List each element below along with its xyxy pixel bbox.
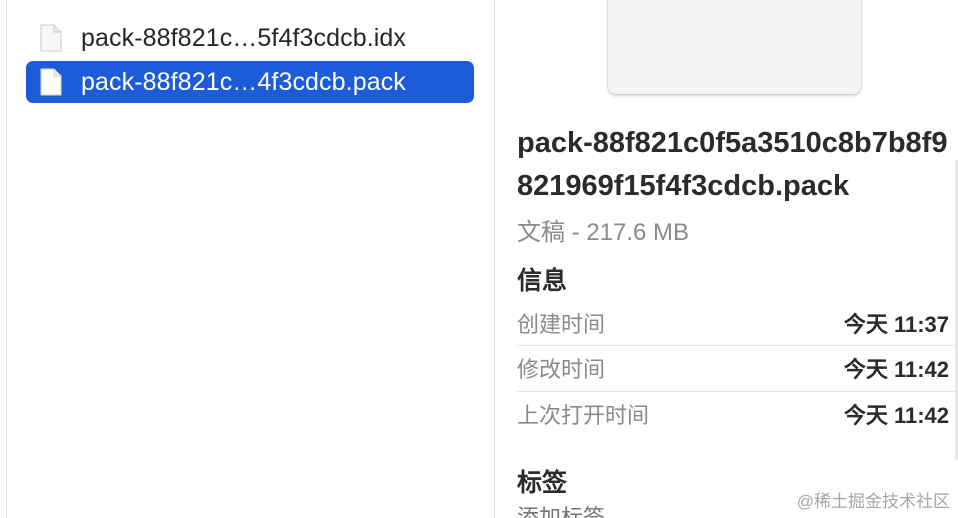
- info-label: 修改时间: [517, 356, 606, 382]
- info-value: 今天 11:42: [843, 356, 949, 382]
- tags-input[interactable]: [517, 505, 817, 518]
- document-icon: [40, 68, 62, 96]
- tags-heading: 标签: [517, 469, 568, 497]
- info-value: 今天 11:37: [843, 311, 949, 337]
- document-icon: [40, 24, 62, 52]
- file-row-pack-selected[interactable]: pack-88f821c…4f3cdcb.pack: [26, 61, 474, 103]
- info-row-created: 创建时间 今天 11:37: [517, 300, 953, 345]
- info-row-modified: 修改时间 今天 11:42: [517, 345, 953, 390]
- file-list-column: pack-88f821c…5f4f3cdcb.idx pack-88f821c……: [7, 0, 494, 518]
- finder-window: pack-88f821c…5f4f3cdcb.idx pack-88f821c……: [0, 0, 958, 518]
- file-preview-thumbnail: [608, 0, 861, 94]
- file-row-idx[interactable]: pack-88f821c…5f4f3cdcb.idx: [26, 17, 474, 59]
- info-value: 今天 11:42: [843, 402, 949, 428]
- info-label: 上次打开时间: [517, 402, 650, 428]
- preview-kind-size: 文稿 - 217.6 MB: [517, 219, 690, 246]
- file-name: pack-88f821c…4f3cdcb.pack: [81, 67, 406, 96]
- info-row-last-opened: 上次打开时间 今天 11:42: [517, 391, 953, 436]
- preview-file-name: pack-88f821c0f5a3510c8b7b8f9821969f15f4f…: [517, 127, 948, 202]
- info-heading: 信息: [517, 267, 568, 295]
- info-label: 创建时间: [517, 311, 606, 337]
- preview-pane: pack-88f821c0f5a3510c8b7b8f9821969f15f4f…: [495, 0, 958, 518]
- watermark: @稀土掘金技术社区: [796, 492, 950, 511]
- file-name: pack-88f821c…5f4f3cdcb.idx: [81, 23, 407, 52]
